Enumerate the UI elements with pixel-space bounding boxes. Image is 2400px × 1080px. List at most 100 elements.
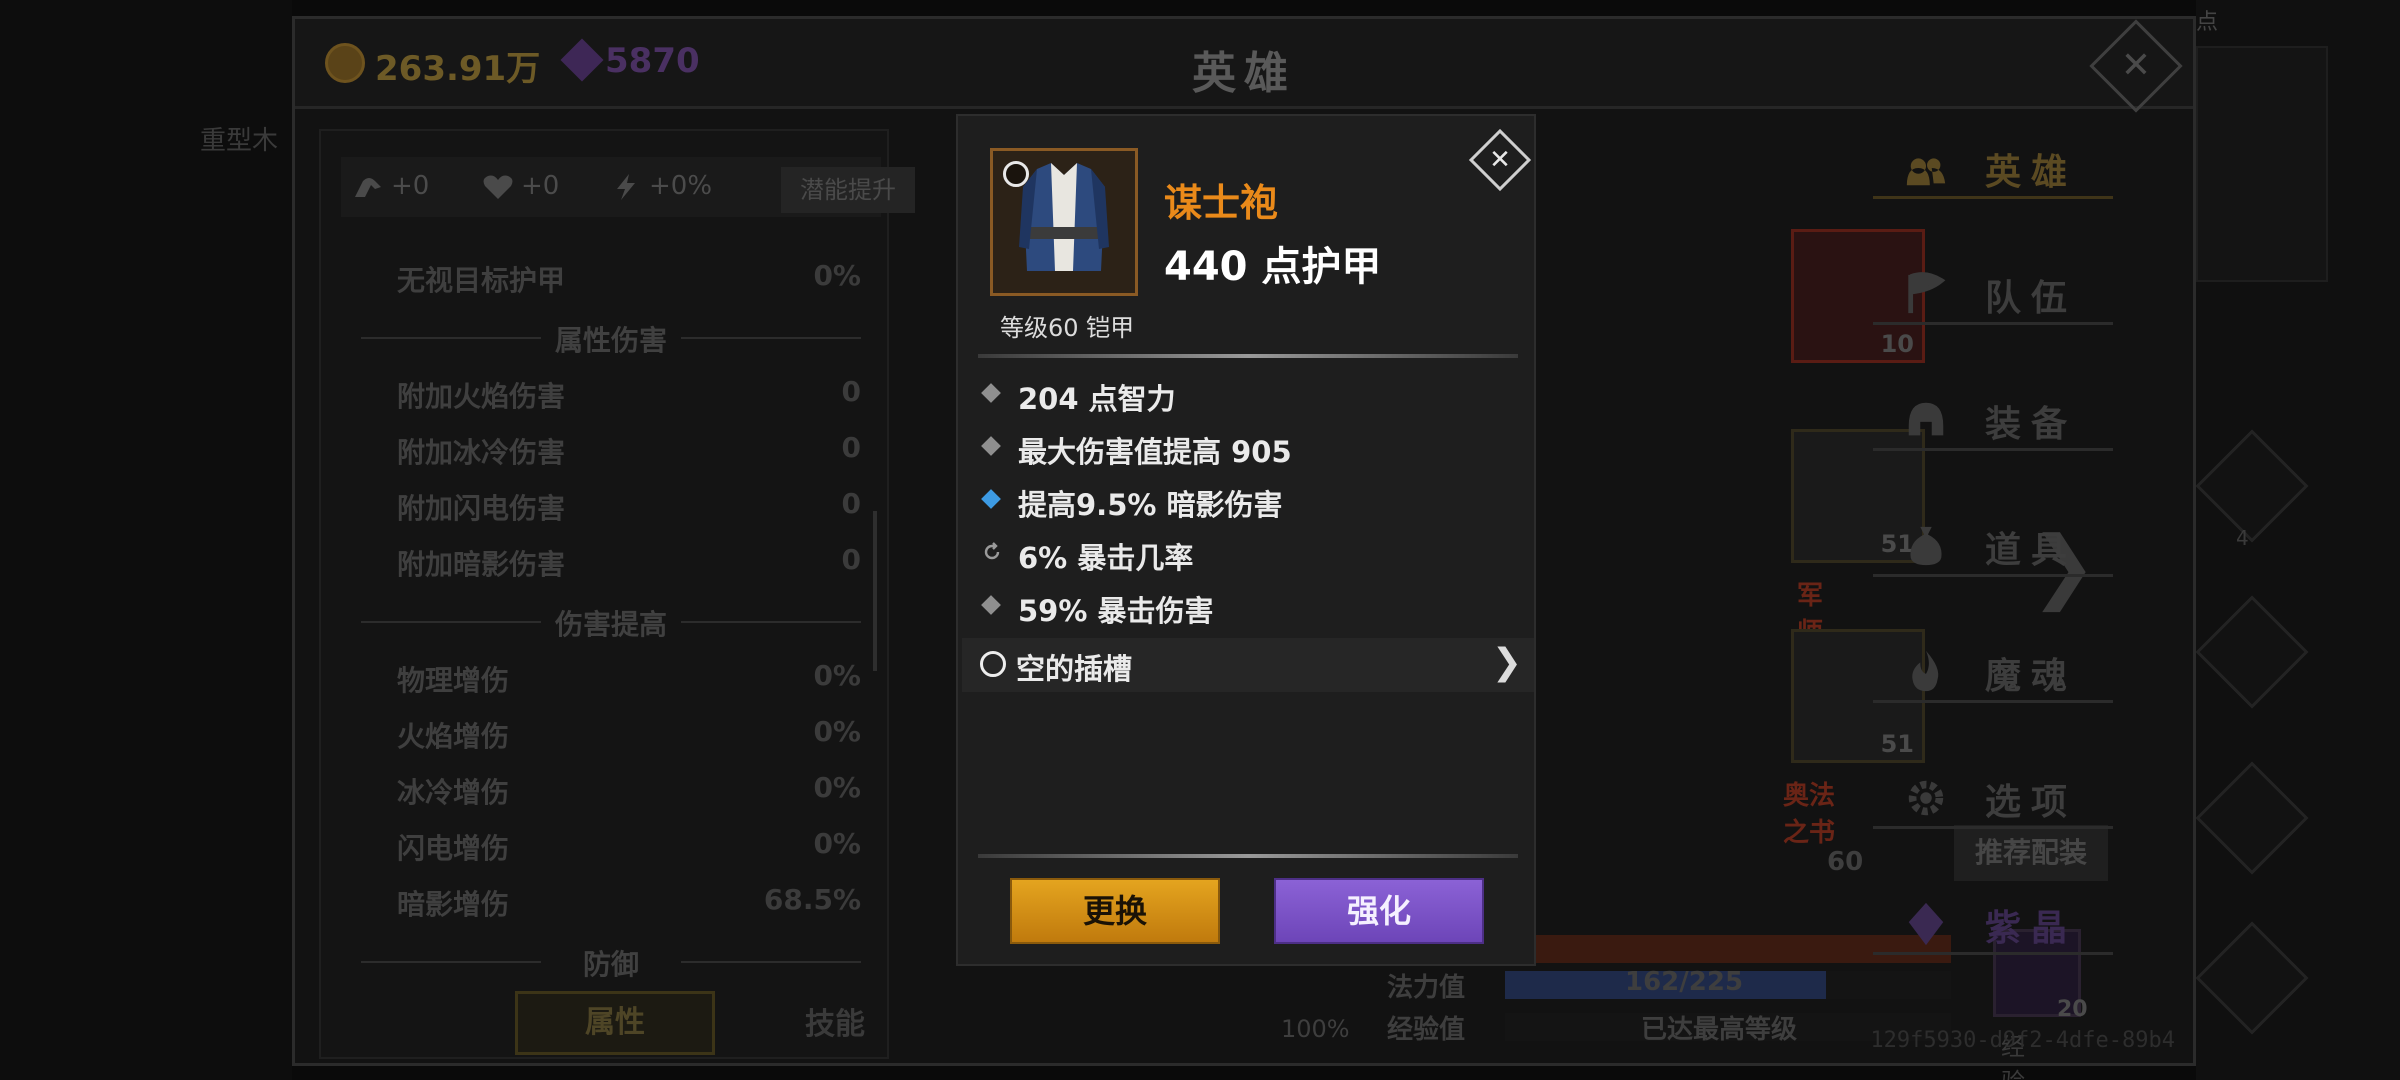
section-label: 伤害提高 [554,608,667,641]
menu-item[interactable]: 装备 [1873,381,2113,451]
affix-text: 59% 暴击伤害 [1018,594,1214,628]
menu-item[interactable]: 道具 [1873,507,2113,577]
stat-section-header: 伤害提高 [361,591,861,651]
helmet-icon [1908,402,1944,436]
stat-row: 无视目标护甲 0% [361,251,861,307]
stat-summary-bar: +0 +0 +0% 潜能提升 [341,157,915,217]
stat-value: 68.5% [763,883,861,916]
section-label: 防御 [582,948,639,981]
stat-label: 火焰增伤 [397,720,510,753]
empty-socket-row[interactable]: 空的插槽 ❯ [962,638,1534,692]
item-affix: 提高9.5% 暗影伤害 [978,476,1518,526]
stat-section-header: 属性伤害 [361,307,861,367]
menu-item[interactable]: 英雄 [1873,129,2113,199]
diamond-bullet-icon [981,489,1001,509]
stats-panel: +0 +0 +0% 潜能提升 无视目标护甲 0% 属性伤害附加火焰伤害 0 附加冰冷伤害… [319,129,915,1059]
stat-value: 0% [813,827,861,860]
menu-item-label: 道具 [1985,530,2078,571]
affix-text: 6% 暴击几率 [1018,541,1194,575]
diamond-bullet-icon [981,595,1001,615]
stat-label: 附加闪电伤害 [397,492,566,525]
socket-ring-icon [980,651,1006,677]
item-affix: 6% 暴击几率 [978,529,1518,579]
menu-item-label: 装备 [1985,404,2078,445]
stat-label: 闪电增伤 [397,832,510,865]
stat-label: 附加冰冷伤害 [397,436,566,469]
exp-label: 经验值 [1387,1015,1466,1045]
stat-row: 附加暗影伤害 0 [361,535,861,591]
stat-value: 0% [813,771,861,804]
stat-value: 0 [841,375,861,408]
strength-stat: +0 [351,171,429,201]
menu-item-label: 魔魂 [1985,656,2078,697]
item-affix: 59% 暴击伤害 [978,582,1518,632]
window-header: 263.91万 5870 英雄 ✕ [295,19,2193,113]
crystal-icon [1908,902,1944,946]
lightning-icon [617,173,635,200]
close-icon: ✕ [1489,145,1511,175]
menu-item[interactable]: 紫晶 [1873,885,2113,955]
menu-item[interactable]: 魔魂 [1873,633,2113,703]
stat-label: 物理增伤 [397,664,510,697]
diamond-bullet-icon [981,436,1001,456]
item-affix: 最大伤害值提高 905 [978,423,1518,473]
menu-item-label: 队伍 [1985,278,2078,319]
mana-value: 162/225 [1625,967,1744,997]
stat-row: 暗影增伤 68.5% [361,875,861,931]
chevron-right-icon: ❯ [1491,642,1522,683]
stat-row: 闪电增伤 0% [361,819,861,875]
health-stat: +0 [481,171,559,201]
stat-value: 0% [813,659,861,692]
stat-label: 附加火焰伤害 [397,380,566,413]
energy-value: +0% [649,171,713,201]
diamond-bullet-icon [981,383,1001,403]
tab-skills[interactable]: 技能 [775,997,895,1053]
gear-icon [1908,780,1944,816]
replace-button[interactable]: 更换 [1010,878,1220,944]
heart-icon [483,175,513,199]
stat-label: 无视目标护甲 [397,264,566,297]
item-icon-frame [990,148,1138,296]
side-book-badge: 4 [2236,526,2249,550]
player-uid: 129f5930-d9f2-4dfe-89b4 [1870,1028,2175,1053]
stat-row: 物理增伤 0% [361,651,861,707]
stat-label: 冰冷增伤 [397,776,510,809]
stat-row: 火焰增伤 0% [361,707,861,763]
strength-value: +0 [391,171,430,201]
menu-item-label: 选项 [1985,782,2078,823]
menu-item[interactable]: 队伍 [1873,255,2113,325]
energy-stat: +0% [609,171,712,201]
people-icon [1906,158,1946,186]
stat-section-header: 防御 [361,931,861,991]
potential-boost-button[interactable]: 潜能提升 [781,167,915,213]
strength-icon [355,177,381,197]
socket-indicator [1003,161,1029,187]
stat-row: 附加闪电伤害 0 [361,479,861,535]
socket-label: 空的插槽 [1016,652,1133,686]
stat-value: 0 [841,487,861,520]
flame-icon [1912,650,1939,692]
item-detail-popup: 谋士袍 440 点护甲 等级60 铠甲 ✕ 204 点智力 最大伤害值提高 905… [956,114,1536,966]
stat-list: 无视目标护甲 0% 属性伤害 附加火焰伤害 0 附加冰冷伤害 0 附加闪电伤害 0 附加暗影伤害 0… [361,251,861,991]
hp-percent: 100% [1281,1015,1350,1043]
stat-value: 0% [813,259,861,292]
tab-attributes[interactable]: 属性 [515,991,715,1055]
stats-scrollbar[interactable] [873,511,877,671]
affix-text: 提高9.5% 暗影伤害 [1018,488,1283,522]
stat-value: 0 [841,431,861,464]
divider [978,854,1518,858]
stat-row: 附加火焰伤害 0 [361,367,861,423]
reroll-icon [982,542,1002,562]
bag-icon [1910,526,1942,566]
item-affix: 204 点智力 [978,370,1518,420]
health-value: +0 [521,171,560,201]
enhance-button[interactable]: 强化 [1274,878,1484,944]
menu-item[interactable]: 选项 [1873,759,2113,829]
popup-close-button[interactable]: ✕ [1468,128,1532,192]
background-right-panel [2196,46,2328,282]
flag-icon [1908,272,1946,314]
menu-item-label: 英雄 [1985,152,2078,193]
stat-value: 0 [841,543,861,576]
item-armor: 440 点护甲 [1164,244,1382,290]
item-level-type: 等级60 铠甲 [1000,314,1135,342]
